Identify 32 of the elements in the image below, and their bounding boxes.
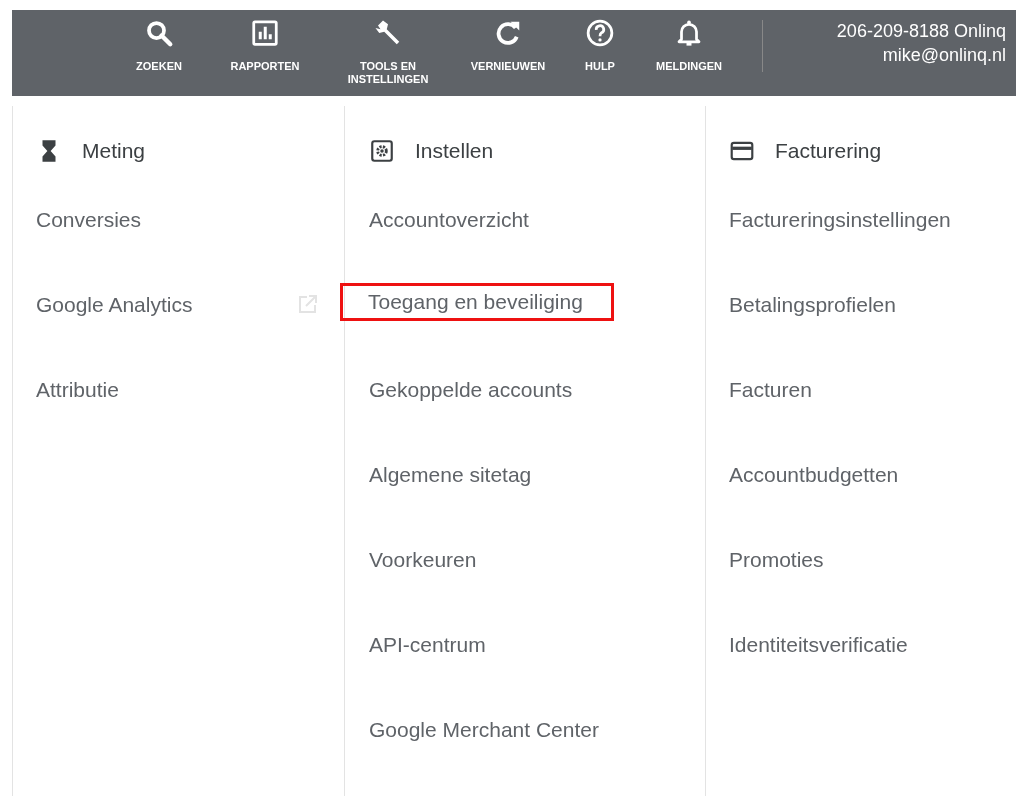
bell-button[interactable]: MELDINGEN [644, 18, 734, 86]
search-button[interactable]: ZOEKEN [122, 18, 196, 86]
column-heading: Instellen [415, 139, 494, 163]
tools-button[interactable]: TOOLS EN INSTELLINGEN [328, 18, 448, 86]
reports-button[interactable]: RAPPORTEN [210, 18, 320, 86]
menu-link[interactable]: Voorkeuren [366, 541, 480, 579]
account-email: mike@onlinq.nl [882, 44, 1006, 67]
menu-link[interactable]: Betalingsprofielen [726, 286, 899, 324]
menu-link[interactable]: Toegang en beveiliging [340, 283, 614, 321]
menu-link[interactable]: Accountbudgetten [726, 456, 902, 494]
menu-link[interactable]: Conversies [33, 201, 145, 239]
search-icon [144, 18, 174, 48]
menu-link[interactable]: Factureringsinstellingen [726, 201, 954, 239]
menu-link[interactable]: Promoties [726, 541, 827, 579]
column-heading: Meting [82, 139, 146, 163]
gear-icon [369, 138, 395, 164]
menu-link[interactable]: Google Analytics [33, 286, 196, 324]
menu-link[interactable]: Google Merchant Center [366, 711, 602, 749]
menu-link[interactable]: Attributie [33, 371, 122, 409]
bar-chart-icon [250, 18, 280, 48]
help-button[interactable]: HULP [570, 18, 630, 86]
refresh-button[interactable]: VERNIEUWEN [458, 18, 558, 86]
account-phone: 206-209-8188 Onlinq [836, 20, 1006, 43]
menu-link[interactable]: Identiteitsverificatie [726, 626, 911, 664]
external-link-icon[interactable] [296, 292, 320, 316]
menu-link[interactable]: Accountoverzicht [366, 201, 532, 239]
menu-link[interactable]: API-centrum [366, 626, 489, 664]
menu-link[interactable]: Gekoppelde accounts [366, 371, 576, 409]
column-heading: Facturering [775, 139, 882, 163]
menu-link[interactable]: Algemene sitetag [366, 456, 535, 494]
help-icon [585, 18, 615, 48]
menu-link[interactable]: Facturen [726, 371, 815, 409]
